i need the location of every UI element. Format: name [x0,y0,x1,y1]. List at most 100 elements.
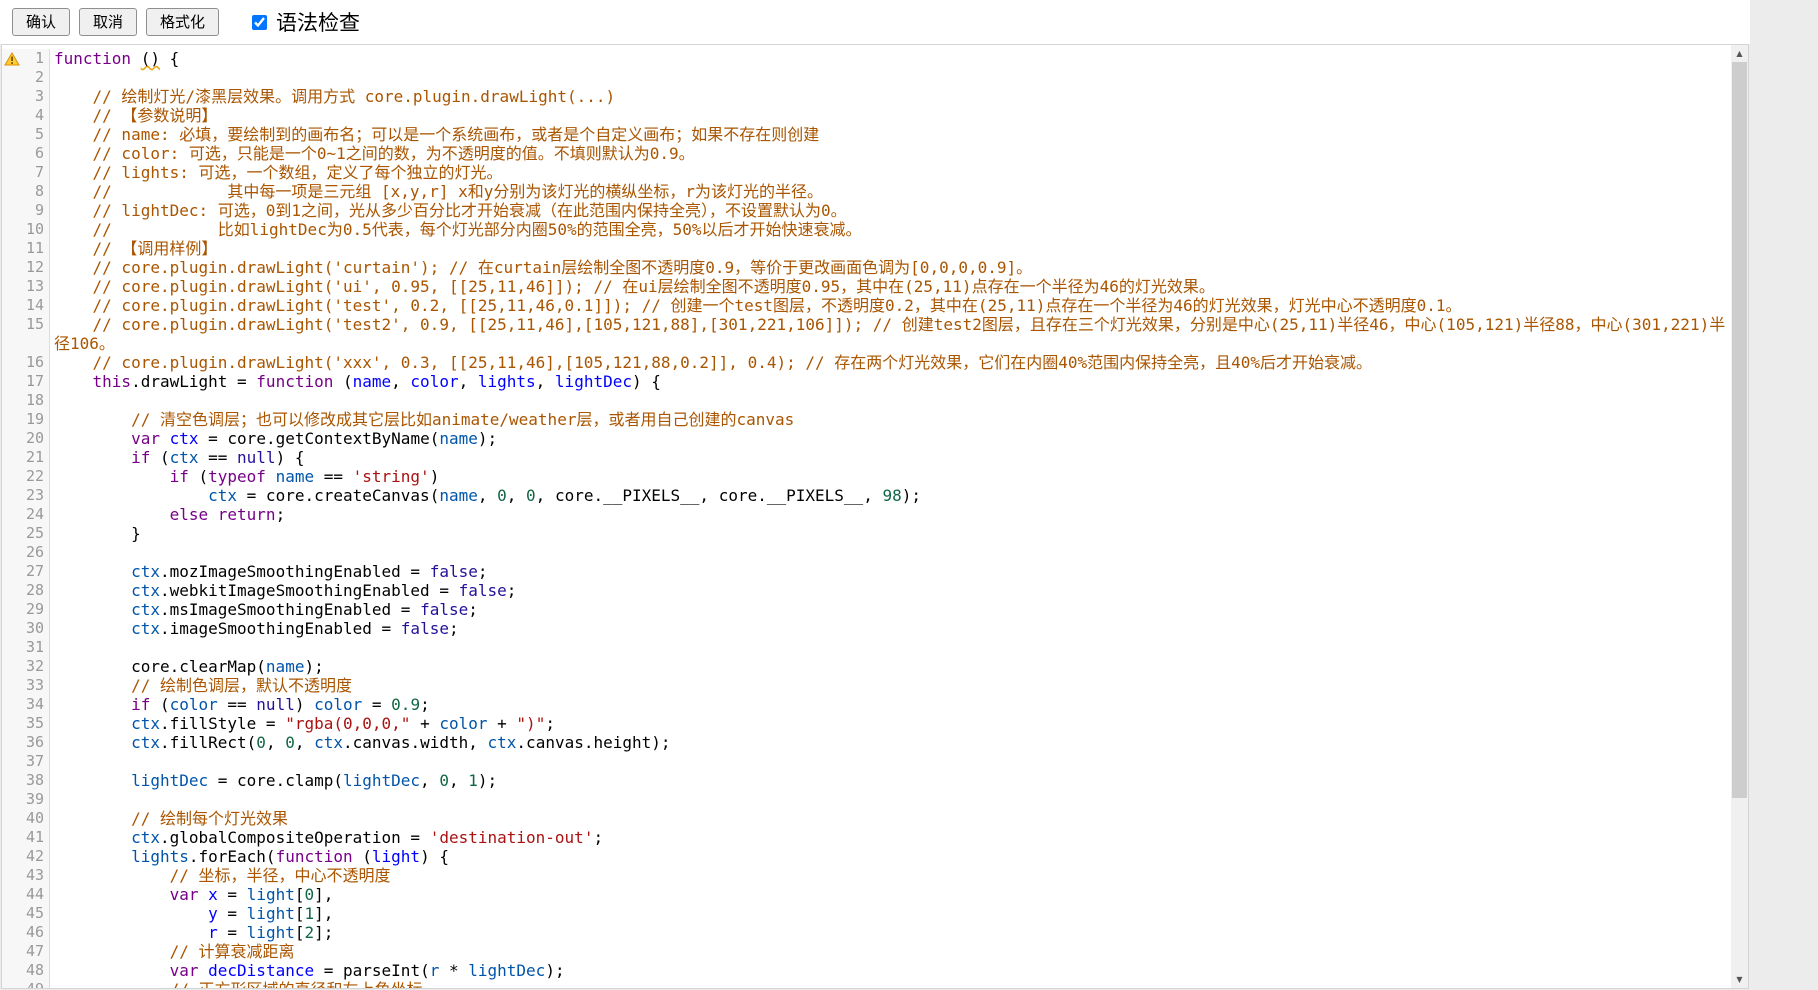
scroll-up-icon[interactable]: ▲ [1731,45,1748,62]
code-line[interactable]: 7 // lights: 可选，一个数组，定义了每个独立的灯光。 [2,163,1731,182]
code-line[interactable]: 18 [2,391,1731,410]
cancel-button[interactable]: 取消 [79,8,137,36]
line-number: 46 [22,923,50,942]
line-number: 19 [22,410,50,429]
code-text: ctx.imageSmoothingEnabled = false; [50,619,1731,638]
syntax-check-checkbox[interactable] [252,15,267,30]
line-number: 37 [22,752,50,771]
code-text [50,68,1731,87]
code-line[interactable]: 6 // color: 可选，只能是一个0~1之间的数，为不透明度的值。不填则默… [2,144,1731,163]
code-line[interactable]: 49 // 正方形区域的直径和左上角坐标 [2,980,1731,989]
code-line[interactable]: 44 var x = light[0], [2,885,1731,904]
line-number: 34 [22,695,50,714]
line-number: 17 [22,372,50,391]
code-line[interactable]: 10 // 比如lightDec为0.5代表，每个灯光部分内圈50%的范围全亮，… [2,220,1731,239]
lint-gutter [2,828,22,847]
line-number: 44 [22,885,50,904]
code-line[interactable]: 11 // 【调用样例】 [2,239,1731,258]
line-number: 24 [22,505,50,524]
code-text [50,543,1731,562]
code-line[interactable]: 43 // 坐标，半径，中心不透明度 [2,866,1731,885]
code-line[interactable]: 48 var decDistance = parseInt(r * lightD… [2,961,1731,980]
scrollbar-thumb[interactable] [1732,62,1747,798]
lint-gutter [2,809,22,828]
code-text: y = light[1], [50,904,1731,923]
code-line[interactable]: 35 ctx.fillStyle = "rgba(0,0,0," + color… [2,714,1731,733]
line-number: 3 [22,87,50,106]
code-line[interactable]: 23 ctx = core.createCanvas(name, 0, 0, c… [2,486,1731,505]
code-text: // 其中每一项是三元组 [x,y,r] x和y分别为该灯光的横纵坐标，r为该灯… [50,182,1731,201]
lint-gutter [2,524,22,543]
code-line[interactable]: 37 [2,752,1731,771]
code-line[interactable]: 13 // core.plugin.drawLight('ui', 0.95, … [2,277,1731,296]
confirm-button[interactable]: 确认 [12,8,70,36]
code-line[interactable]: 46 r = light[2]; [2,923,1731,942]
warning-icon [2,49,22,68]
lint-gutter [2,714,22,733]
lint-gutter [2,676,22,695]
code-line[interactable]: 26 [2,543,1731,562]
code-line[interactable]: 2 [2,68,1731,87]
lint-gutter [2,847,22,866]
code-text: ctx.mozImageSmoothingEnabled = false; [50,562,1731,581]
code-line[interactable]: 16 // core.plugin.drawLight('xxx', 0.3, … [2,353,1731,372]
vertical-scrollbar[interactable]: ▲ ▼ [1731,45,1748,988]
line-number: 47 [22,942,50,961]
code-text: // 坐标，半径，中心不透明度 [50,866,1731,885]
code-line[interactable]: 3 // 绘制灯光/漆黑层效果。调用方式 core.plugin.drawLig… [2,87,1731,106]
code-lines: 1function () {23 // 绘制灯光/漆黑层效果。调用方式 core… [2,45,1731,989]
code-line[interactable]: 40 // 绘制每个灯光效果 [2,809,1731,828]
lint-gutter [2,239,22,258]
code-text: // 比如lightDec为0.5代表，每个灯光部分内圈50%的范围全亮，50%… [50,220,1731,239]
toolbar: 确认 取消 格式化 语法检查 [0,0,1750,44]
code-line[interactable]: 15 // core.plugin.drawLight('test2', 0.9… [2,315,1731,353]
code-line[interactable]: 22 if (typeof name == 'string') [2,467,1731,486]
code-text: var decDistance = parseInt(r * lightDec)… [50,961,1731,980]
lint-gutter [2,125,22,144]
code-line[interactable]: 41 ctx.globalCompositeOperation = 'desti… [2,828,1731,847]
code-line[interactable]: 1function () { [2,49,1731,68]
code-line[interactable]: 25 } [2,524,1731,543]
code-line[interactable]: 24 else return; [2,505,1731,524]
line-number: 9 [22,201,50,220]
syntax-check-toggle[interactable]: 语法检查 [252,7,360,37]
line-number: 35 [22,714,50,733]
line-number: 1 [22,49,50,68]
code-line[interactable]: 12 // core.plugin.drawLight('curtain'); … [2,258,1731,277]
code-text: ctx.fillStyle = "rgba(0,0,0," + color + … [50,714,1731,733]
code-line[interactable]: 19 // 清空色调层；也可以修改成其它层比如animate/weather层，… [2,410,1731,429]
code-line[interactable]: 27 ctx.mozImageSmoothingEnabled = false; [2,562,1731,581]
line-number: 26 [22,543,50,562]
code-line[interactable]: 39 [2,790,1731,809]
code-line[interactable]: 28 ctx.webkitImageSmoothingEnabled = fal… [2,581,1731,600]
code-line[interactable]: 47 // 计算衰减距离 [2,942,1731,961]
code-line[interactable]: 29 ctx.msImageSmoothingEnabled = false; [2,600,1731,619]
line-number: 6 [22,144,50,163]
code-line[interactable]: 17 this.drawLight = function (name, colo… [2,372,1731,391]
code-line[interactable]: 31 [2,638,1731,657]
code-editor[interactable]: 1function () {23 // 绘制灯光/漆黑层效果。调用方式 core… [1,44,1749,989]
code-line[interactable]: 38 lightDec = core.clamp(lightDec, 0, 1)… [2,771,1731,790]
code-line[interactable]: 20 var ctx = core.getContextByName(name)… [2,429,1731,448]
code-line[interactable]: 4 // 【参数说明】 [2,106,1731,125]
lint-gutter [2,638,22,657]
code-line[interactable]: 9 // lightDec: 可选，0到1之间，光从多少百分比才开始衰减（在此范… [2,201,1731,220]
code-text: r = light[2]; [50,923,1731,942]
line-number: 10 [22,220,50,239]
code-text [50,391,1731,410]
code-text: ctx.globalCompositeOperation = 'destinat… [50,828,1731,847]
scroll-down-icon[interactable]: ▼ [1731,971,1748,988]
code-line[interactable]: 30 ctx.imageSmoothingEnabled = false; [2,619,1731,638]
line-number: 31 [22,638,50,657]
code-line[interactable]: 14 // core.plugin.drawLight('test', 0.2,… [2,296,1731,315]
format-button[interactable]: 格式化 [146,8,219,36]
code-line[interactable]: 32 core.clearMap(name); [2,657,1731,676]
code-line[interactable]: 5 // name: 必填，要绘制到的画布名；可以是一个系统画布，或者是个自定义… [2,125,1731,144]
code-line[interactable]: 45 y = light[1], [2,904,1731,923]
code-line[interactable]: 33 // 绘制色调层，默认不透明度 [2,676,1731,695]
code-line[interactable]: 36 ctx.fillRect(0, 0, ctx.canvas.width, … [2,733,1731,752]
code-line[interactable]: 21 if (ctx == null) { [2,448,1731,467]
code-line[interactable]: 42 lights.forEach(function (light) { [2,847,1731,866]
code-line[interactable]: 34 if (color == null) color = 0.9; [2,695,1731,714]
code-line[interactable]: 8 // 其中每一项是三元组 [x,y,r] x和y分别为该灯光的横纵坐标，r为… [2,182,1731,201]
